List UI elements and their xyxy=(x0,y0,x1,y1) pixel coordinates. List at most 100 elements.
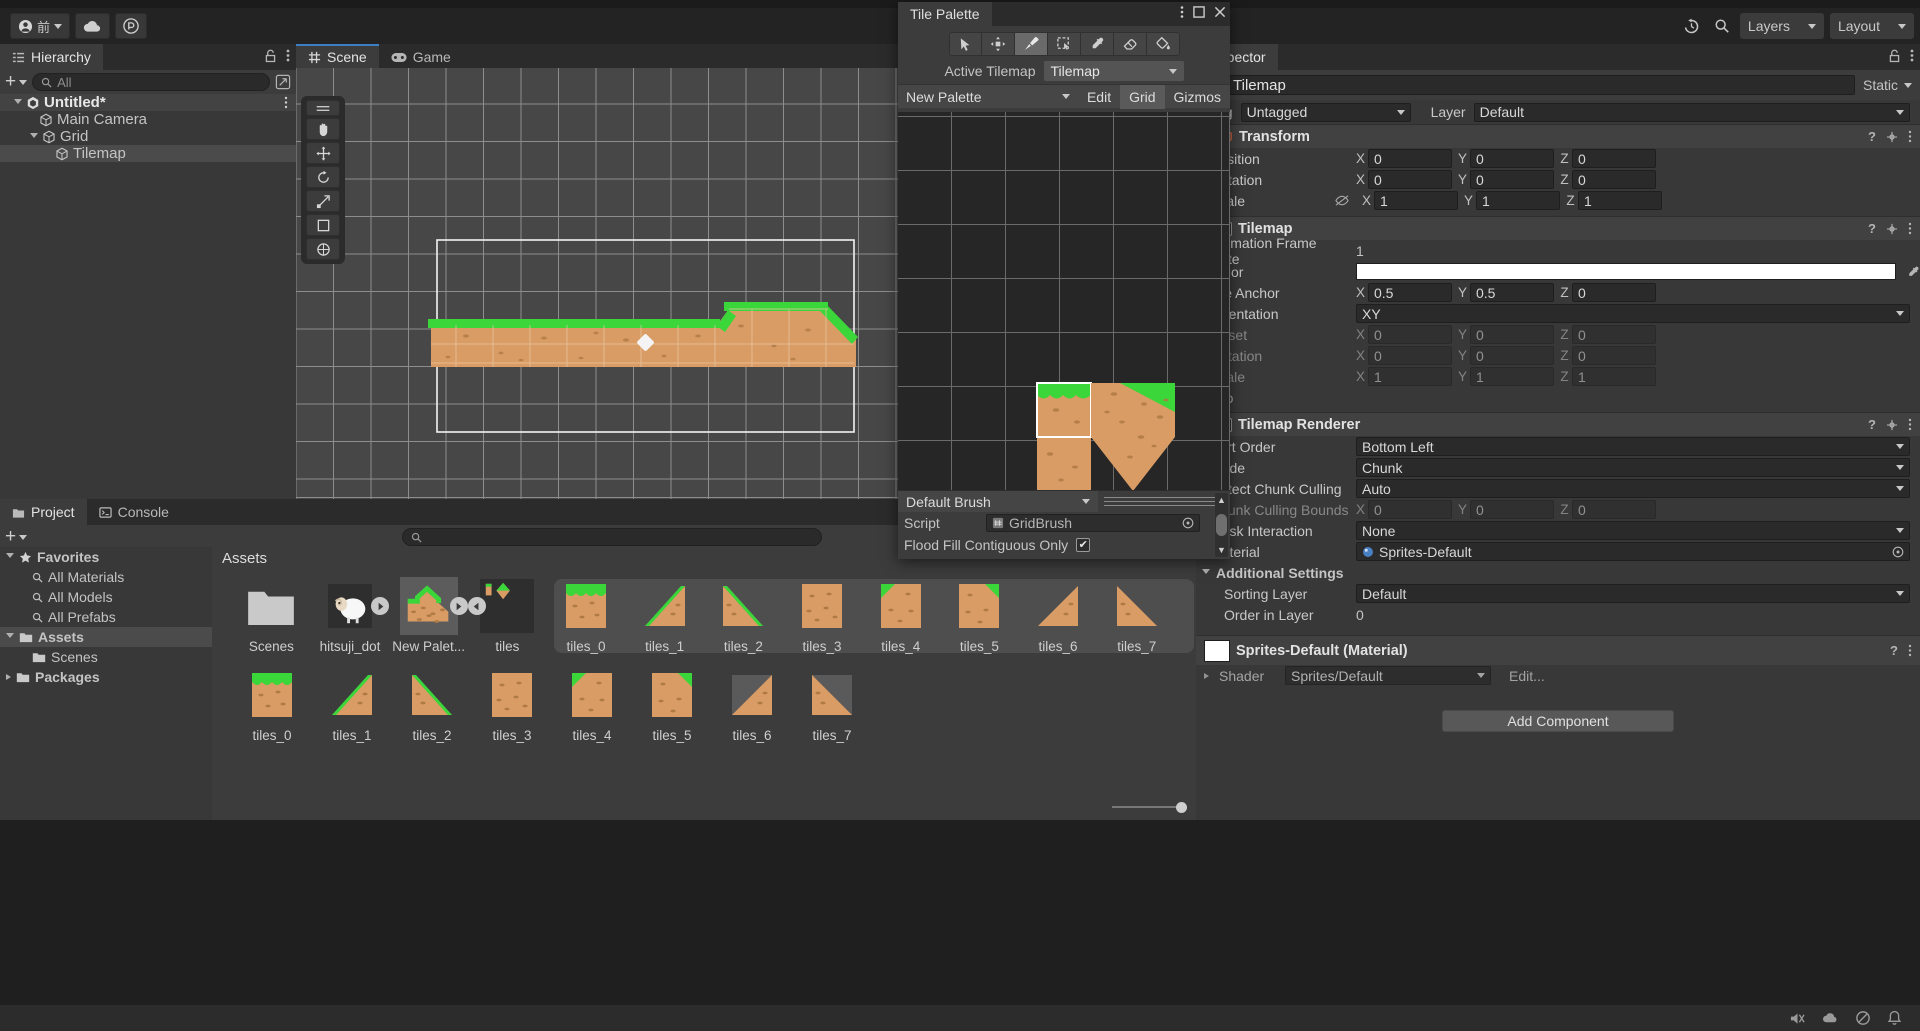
select-tool-icon[interactable] xyxy=(949,32,982,56)
scene-viewport[interactable]: 2D xyxy=(296,68,902,499)
asset-item-tiles3[interactable]: tiles_3 xyxy=(783,577,862,654)
anchor-y[interactable]: Y0.5 xyxy=(1458,283,1554,302)
kebab-menu-icon[interactable] xyxy=(1908,418,1912,431)
asset-item-tiles2[interactable]: tiles_2 xyxy=(704,577,783,654)
scrollbar-thumb[interactable] xyxy=(1216,514,1227,536)
object-picker-icon[interactable] xyxy=(1892,546,1904,558)
scale-y[interactable]: Y1 xyxy=(1464,191,1560,210)
flood-fill-icon[interactable] xyxy=(1147,32,1180,56)
account-button[interactable]: 前 xyxy=(10,13,70,39)
position-x[interactable]: X0 xyxy=(1356,149,1452,168)
transform-component-header[interactable]: Transform ? xyxy=(1196,124,1920,148)
paint-brush-icon[interactable] xyxy=(1015,32,1048,56)
rotation-y[interactable]: Y0 xyxy=(1458,170,1554,189)
tab-tile-palette[interactable]: Tile Palette xyxy=(898,2,992,26)
anchor-z[interactable]: Z0 xyxy=(1560,283,1656,302)
order-in-layer-value[interactable]: 0 xyxy=(1356,607,1364,623)
asset-item-tiles4[interactable]: tiles_4 xyxy=(552,666,632,743)
cloud-button[interactable] xyxy=(75,13,110,39)
hierarchy-item-untitled[interactable]: Untitled* xyxy=(0,94,296,111)
notification-icon[interactable] xyxy=(1887,1010,1902,1026)
project-tree-item-allprefabs[interactable]: All Prefabs xyxy=(0,607,212,627)
kebab-menu-icon[interactable] xyxy=(284,96,288,109)
eraser-icon[interactable] xyxy=(1114,32,1147,56)
position-y[interactable]: Y0 xyxy=(1458,149,1554,168)
preset-icon[interactable] xyxy=(1886,131,1898,143)
position-y-field[interactable]: 0 xyxy=(1470,149,1554,168)
tile-palette-canvas[interactable] xyxy=(898,112,1230,490)
tools-drag-handle[interactable] xyxy=(306,100,340,116)
move-tool-icon[interactable] xyxy=(306,142,340,164)
project-tree-item-scenes[interactable]: Scenes xyxy=(0,647,212,667)
detect-chunk-culling-dropdown[interactable]: Auto xyxy=(1356,479,1910,498)
hierarchy-item-tilemap[interactable]: Tilemap xyxy=(0,145,296,162)
position-z[interactable]: Z0 xyxy=(1560,149,1656,168)
help-icon[interactable]: ? xyxy=(1868,129,1876,144)
active-tilemap-dropdown[interactable]: Tilemap xyxy=(1044,61,1184,81)
transform-tool-icon[interactable] xyxy=(306,238,340,260)
kebab-menu-icon[interactable] xyxy=(1180,5,1184,19)
rotation-z-field[interactable]: 0 xyxy=(1572,170,1656,189)
orientation-dropdown[interactable]: XY xyxy=(1356,304,1910,323)
slider-knob[interactable] xyxy=(1176,802,1187,813)
shader-dropdown[interactable]: Sprites/Default xyxy=(1285,666,1491,685)
rotate-tool-icon[interactable] xyxy=(306,166,340,188)
project-add-button[interactable]: + xyxy=(5,530,27,544)
object-picker-icon[interactable] xyxy=(1182,517,1194,529)
history-icon[interactable] xyxy=(1680,14,1704,38)
position-z-field[interactable]: 0 xyxy=(1572,149,1656,168)
collab-button[interactable] xyxy=(115,13,147,39)
anchor-x[interactable]: X0.5 xyxy=(1356,283,1452,302)
constrain-proportions-icon[interactable] xyxy=(1334,194,1356,207)
kebab-menu-icon[interactable] xyxy=(286,48,290,63)
asset-item-scenes[interactable]: Scenes xyxy=(232,577,311,654)
sort-order-dropdown[interactable]: Bottom Left xyxy=(1356,437,1910,456)
tab-hierarchy[interactable]: Hierarchy xyxy=(0,44,103,70)
asset-item-tiles1[interactable]: tiles_1 xyxy=(625,577,704,654)
mute-audio-icon[interactable] xyxy=(1789,1011,1806,1026)
search-input[interactable]: All xyxy=(32,73,270,91)
info-row[interactable]: Info xyxy=(1196,387,1920,408)
asset-item-tiles5[interactable]: tiles_5 xyxy=(940,577,1019,654)
scroll-up-icon[interactable]: ▲ xyxy=(1217,495,1226,505)
tab-game[interactable]: Game xyxy=(379,44,463,70)
rotation-z[interactable]: Z0 xyxy=(1560,170,1656,189)
brush-dropdown[interactable]: Default Brush xyxy=(898,491,1098,512)
help-icon[interactable]: ? xyxy=(1890,643,1898,658)
preset-icon[interactable] xyxy=(1886,419,1898,431)
tab-scene[interactable]: Scene xyxy=(296,44,379,70)
chevron-down-icon[interactable] xyxy=(30,133,38,141)
rotation-y-field[interactable]: 0 xyxy=(1470,170,1554,189)
brush-settings-scrollbar[interactable]: ▲ ▼ xyxy=(1215,493,1228,557)
sorting-layer-dropdown[interactable]: Default xyxy=(1356,584,1910,603)
scale-y-field[interactable]: 1 xyxy=(1476,191,1560,210)
rotation-x[interactable]: X0 xyxy=(1356,170,1452,189)
project-tree-item-allmaterials[interactable]: All Materials xyxy=(0,567,212,587)
chevron-down-icon[interactable] xyxy=(6,633,14,641)
thumbnail-size-slider[interactable] xyxy=(1112,806,1182,808)
box-fill-icon[interactable] xyxy=(1048,32,1081,56)
asset-item-tiles2[interactable]: tiles_2 xyxy=(392,666,472,743)
material-block-header[interactable]: Sprites-Default (Material) ? xyxy=(1196,635,1920,665)
position-x-field[interactable]: 0 xyxy=(1368,149,1452,168)
asset-item-tiles0[interactable]: tiles_0 xyxy=(232,666,312,743)
anchor-z-field[interactable]: 0 xyxy=(1572,283,1656,302)
tab-project[interactable]: Project xyxy=(0,499,87,525)
tilemap-renderer-header[interactable]: Tilemap Renderer ? xyxy=(1196,412,1920,436)
chevron-down-icon[interactable] xyxy=(1202,569,1210,577)
chevron-down-icon[interactable] xyxy=(14,99,22,107)
asset-item-tiles1[interactable]: tiles_1 xyxy=(312,666,392,743)
script-object-field[interactable]: GridBrush xyxy=(986,514,1200,532)
asset-item-tiles6[interactable]: tiles_6 xyxy=(712,666,792,743)
hierarchy-item-maincamera[interactable]: Main Camera xyxy=(0,111,296,128)
color-swatch[interactable] xyxy=(1356,263,1896,280)
asset-item-tiles4[interactable]: tiles_4 xyxy=(861,577,940,654)
scale-z[interactable]: Z1 xyxy=(1566,191,1662,210)
color-picker-icon[interactable] xyxy=(1906,265,1920,279)
asset-item-tiles6[interactable]: tiles_6 xyxy=(1019,577,1098,654)
scale-tool-icon[interactable] xyxy=(306,190,340,212)
palette-dropdown[interactable]: New Palette xyxy=(898,85,1078,109)
project-tree-item-allmodels[interactable]: All Models xyxy=(0,587,212,607)
hierarchy-add-button[interactable]: + xyxy=(5,75,27,89)
mask-interaction-dropdown[interactable]: None xyxy=(1356,521,1910,540)
